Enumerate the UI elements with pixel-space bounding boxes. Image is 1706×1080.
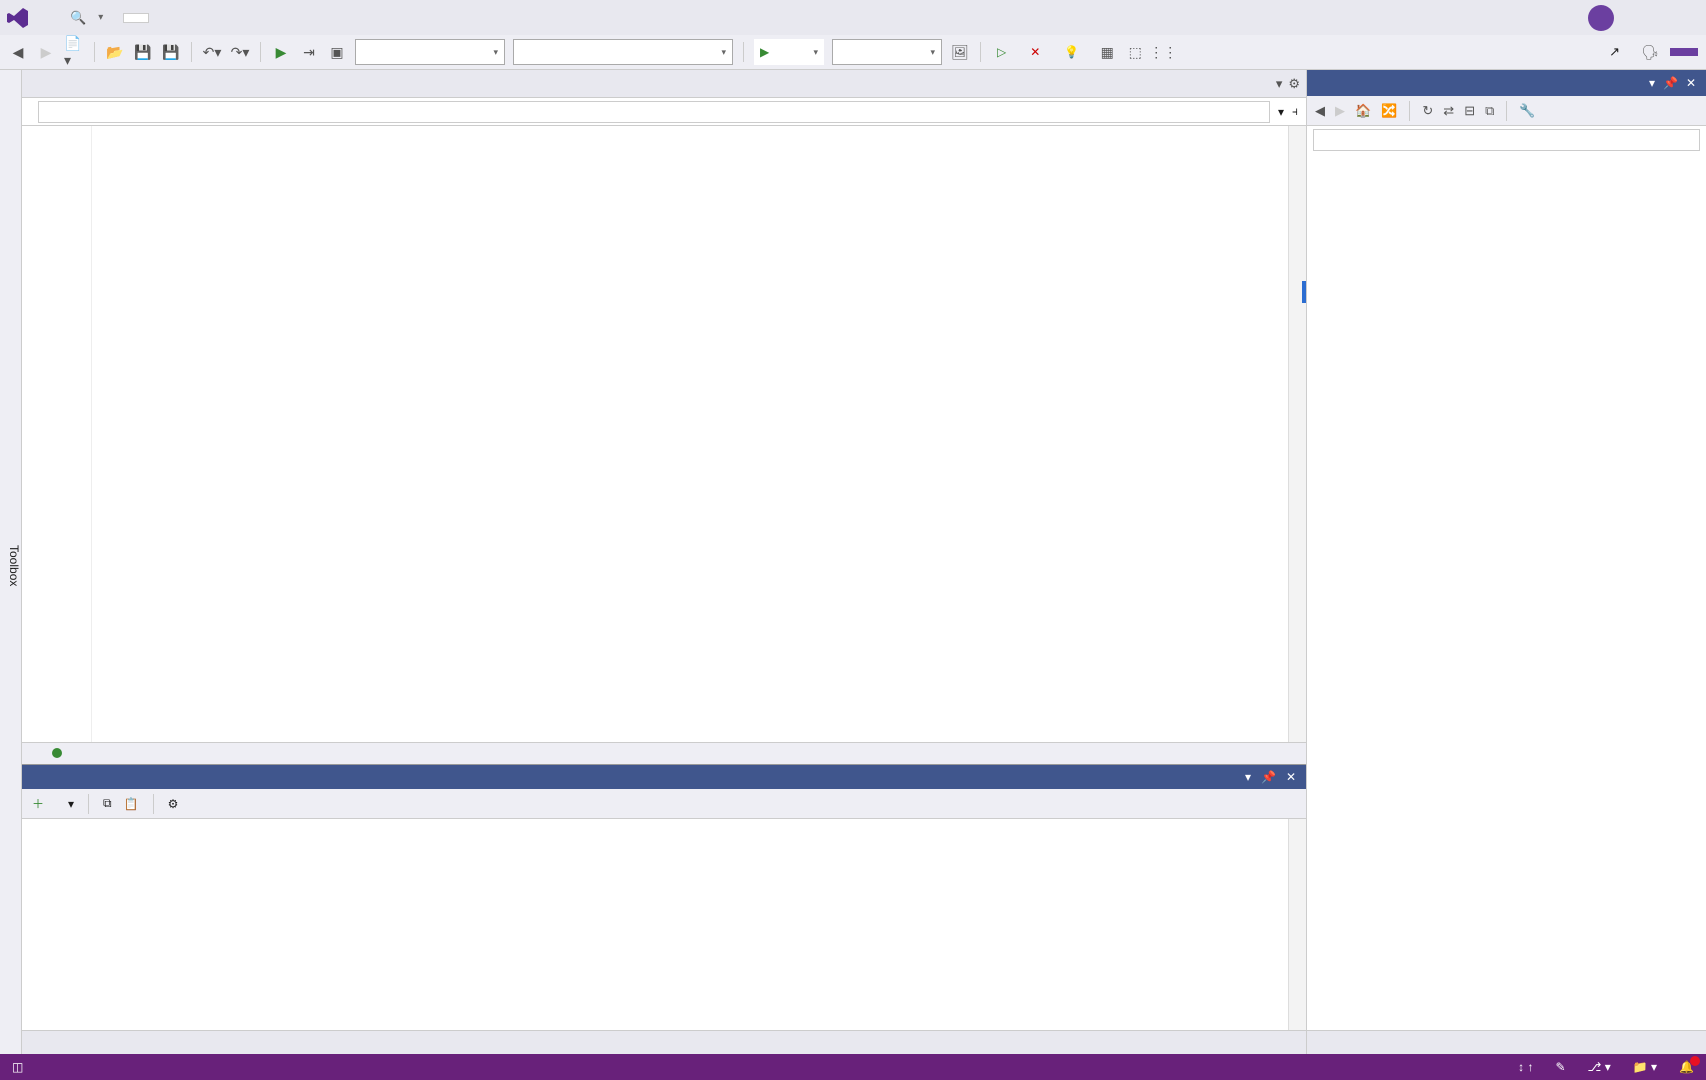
add-terminal-icon[interactable]: ＋ (32, 795, 44, 812)
mode-selector[interactable]: ▾ (832, 39, 942, 65)
error-count[interactable]: ✎ (1555, 1060, 1565, 1074)
sln-sync-icon[interactable]: ⇄ (1443, 103, 1454, 119)
schema-input[interactable] (38, 101, 1270, 123)
new-item-icon[interactable]: 📄▾ (64, 42, 84, 62)
window-controls (1632, 14, 1700, 22)
solution-explorer: ▾ 📌 ✕ ◀ ▶ 🏠 🔀 ↻ ⇄ ⊟ ⧉ 🔧 (1306, 70, 1706, 1054)
search-box[interactable]: 🔍 ▾ (70, 10, 103, 26)
vs-logo-icon (6, 6, 30, 30)
feedback-icon[interactable]: 🗣 (1640, 42, 1660, 62)
sln-bottom-tabs (1307, 1030, 1706, 1054)
nav-back-icon[interactable]: ◀ (8, 42, 28, 62)
platform-selector[interactable]: ▾ (355, 39, 505, 65)
execute-button[interactable]: ▷ (991, 43, 1016, 61)
toolbox-strip[interactable]: Toolbox (0, 70, 22, 1054)
schema-dropdown-icon[interactable]: ▾ (1278, 105, 1284, 119)
tab-settings-icon[interactable]: ⚙ (1288, 76, 1300, 92)
statusbar: ◫ ↕ ↑ ✎ ⎇ ▾ 📁 ▾ 🔔 (0, 1054, 1706, 1080)
terminal-icon[interactable]: ▣ (327, 42, 347, 62)
solution-tree (1307, 154, 1706, 1030)
sln-close-icon[interactable]: ✕ (1686, 76, 1696, 90)
sln-switch-view-icon[interactable]: 🔀 (1381, 103, 1397, 119)
vs-status-icon: ◫ (12, 1060, 23, 1074)
live-share-button[interactable]: ↗ (1603, 42, 1630, 62)
start-icon[interactable]: ▶ (271, 42, 291, 62)
main-toolbar: ◀ ▶ 📄▾ 📂 💾 💾 ↶▾ ↷▾ ▶ ⇥ ▣ ▾ ▾ ▶ ▾ ▾ 🖼 ▷ ✕… (0, 35, 1706, 70)
tool-icon-2[interactable]: ⬚ (1125, 42, 1145, 62)
profile-chevron-icon[interactable]: ▾ (68, 797, 74, 811)
open-icon[interactable]: 📂 (105, 42, 125, 62)
document-tabs: ▾ ⚙ (22, 70, 1306, 98)
sln-showall-icon[interactable]: ⧉ (1485, 103, 1494, 119)
tab-dropdown-icon[interactable]: ▾ (1276, 76, 1283, 92)
sln-fwd-icon[interactable]: ▶ (1335, 103, 1345, 119)
sln-properties-icon[interactable]: 🔧 (1519, 103, 1535, 119)
console-dropdown-icon[interactable]: ▾ (1245, 770, 1251, 784)
file-indicator[interactable]: 📁 ▾ (1633, 1060, 1657, 1074)
notifications-icon[interactable]: 🔔 (1679, 1060, 1694, 1074)
play-icon: ▶ (760, 45, 769, 59)
minimize-button[interactable] (1632, 14, 1652, 22)
schema-bar: ▾ ⫞ (22, 98, 1306, 126)
sln-pin-icon[interactable]: 📌 (1663, 76, 1678, 90)
maximize-button[interactable] (1656, 14, 1676, 22)
redo-icon[interactable]: ↷▾ (230, 42, 250, 62)
title-bar: 🔍 ▾ (0, 0, 1706, 35)
terminal-settings-icon[interactable]: ⚙ (168, 797, 179, 811)
console-toolbar: ＋ ▾ ⧉ 📋 ⚙ (22, 789, 1306, 819)
editor-statusbar (22, 742, 1306, 764)
sln-search (1307, 126, 1706, 154)
search-icon: 🔍 (70, 10, 86, 26)
console-titlebar: ▾ 📌 ✕ (22, 765, 1306, 789)
nav-count[interactable]: ↕ ↑ (1518, 1060, 1533, 1074)
sln-collapse-icon[interactable]: ⊟ (1464, 103, 1475, 119)
ok-icon (52, 748, 62, 758)
branch-indicator[interactable]: ⎇ ▾ (1588, 1060, 1611, 1074)
explain-button[interactable]: 💡 (1058, 43, 1089, 61)
output-tabs (22, 1030, 1306, 1054)
console-output[interactable] (22, 819, 1306, 1030)
chevron-down-icon: ▾ (98, 12, 103, 23)
tool-icon-3[interactable]: ⋮⋮ (1153, 42, 1173, 62)
screenshot-icon[interactable]: 🖼 (950, 42, 970, 62)
active-document-tab[interactable] (123, 13, 149, 23)
user-avatar[interactable] (1588, 5, 1614, 31)
save-all-icon[interactable]: 💾 (161, 42, 181, 62)
cancel-button[interactable]: ✕ (1024, 43, 1050, 61)
nav-fwd-icon[interactable]: ▶ (36, 42, 56, 62)
sln-search-input[interactable] (1313, 129, 1700, 151)
console-scrollbar[interactable] (1288, 819, 1306, 1030)
config-selector[interactable]: ▾ (513, 39, 733, 65)
undo-icon[interactable]: ↶▾ (202, 42, 222, 62)
sln-back-icon[interactable]: ◀ (1315, 103, 1325, 119)
close-button[interactable] (1680, 14, 1700, 22)
sln-toolbar: ◀ ▶ 🏠 🔀 ↻ ⇄ ⊟ ⧉ 🔧 (1307, 96, 1706, 126)
debug-target[interactable]: ▶ ▾ (754, 39, 824, 65)
tool-icon-1[interactable]: ▦ (1097, 42, 1117, 62)
editor-scrollbar[interactable] (1288, 126, 1306, 742)
step-icon[interactable]: ⇥ (299, 42, 319, 62)
console-close-icon[interactable]: ✕ (1286, 770, 1296, 784)
sln-titlebar: ▾ 📌 ✕ (1307, 70, 1706, 96)
copy-icon[interactable]: ⧉ (103, 796, 112, 811)
sln-home-icon[interactable]: 🏠 (1355, 103, 1371, 119)
split-icon[interactable]: ⫞ (1292, 104, 1298, 119)
sln-refresh-icon[interactable]: ↻ (1422, 103, 1433, 119)
save-icon[interactable]: 💾 (133, 42, 153, 62)
preview-badge (1670, 48, 1698, 56)
sln-dropdown-icon[interactable]: ▾ (1649, 76, 1655, 90)
liveshare-icon: ↗ (1609, 44, 1620, 60)
console-panel: ▾ 📌 ✕ ＋ ▾ ⧉ 📋 ⚙ (22, 764, 1306, 1054)
code-editor[interactable] (22, 126, 1306, 742)
paste-icon[interactable]: 📋 (124, 797, 139, 811)
console-pin-icon[interactable]: 📌 (1261, 770, 1276, 784)
